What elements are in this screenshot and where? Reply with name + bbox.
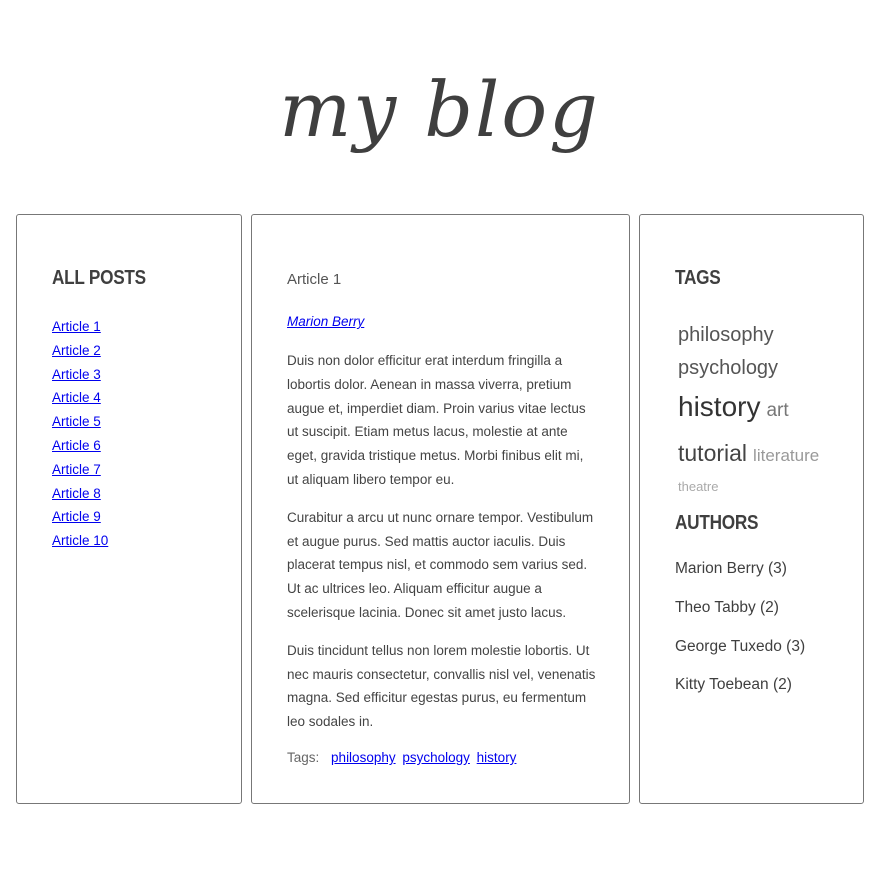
tag-cloud-item-art[interactable]: art (766, 389, 788, 433)
tag-cloud-item-philosophy[interactable]: philosophy (678, 319, 774, 352)
article-tag-link[interactable]: psychology (402, 750, 470, 765)
tag-cloud-item-theatre[interactable]: theatre (678, 476, 718, 498)
post-link[interactable]: Article 1 (52, 319, 101, 334)
article-paragraph: Curabitur a arcu ut nunc ornare tempor. … (287, 509, 594, 620)
tag-cloud-item-psychology[interactable]: psychology (678, 352, 778, 385)
tag-cloud: philosophy psychology history art tutoria… (678, 319, 848, 498)
post-link[interactable]: Article 10 (52, 533, 108, 548)
author-item[interactable]: George Tuxedo (3) (675, 637, 805, 676)
article-tag-link[interactable]: philosophy (331, 750, 396, 765)
author-item[interactable]: Kitty Toebean (2) (675, 675, 805, 714)
authors-heading: AUTHORS (675, 512, 759, 534)
tags-heading: TAGS (675, 267, 721, 289)
post-link[interactable]: Article 2 (52, 343, 101, 358)
post-link[interactable]: Article 5 (52, 414, 101, 429)
article-paragraph: Duis tincidunt tellus non lorem molestie… (287, 642, 596, 730)
tag-cloud-item-tutorial[interactable]: tutorial (678, 433, 747, 474)
post-link[interactable]: Article 6 (52, 438, 101, 453)
tag-cloud-item-history[interactable]: history (678, 385, 760, 429)
article-body: Duis non dolor efficitur erat interdum f… (287, 349, 597, 748)
post-list: Article 1 Article 2 Article 3 Article 4 … (52, 317, 108, 555)
article-paragraph: Duis non dolor efficitur erat interdum f… (287, 353, 586, 487)
post-link[interactable]: Article 7 (52, 462, 101, 477)
tags-label: Tags: (287, 750, 320, 765)
article-panel: Article 1 Marion Berry Duis non dolor ef… (251, 214, 630, 804)
article-tags: Tags: philosophy psychology history (287, 750, 519, 765)
author-list: Marion Berry (3) Theo Tabby (2) George T… (675, 559, 805, 714)
tag-cloud-item-literature[interactable]: literature (753, 435, 819, 476)
post-link[interactable]: Article 4 (52, 390, 101, 405)
article-tag-link[interactable]: history (477, 750, 517, 765)
author-item[interactable]: Theo Tabby (2) (675, 598, 805, 637)
author-item[interactable]: Marion Berry (3) (675, 559, 805, 598)
post-link[interactable]: Article 8 (52, 486, 101, 501)
all-posts-panel: ALL POSTS Article 1 Article 2 Article 3 … (16, 214, 242, 804)
sidebar-panel: TAGS philosophy psychology history art tu… (639, 214, 864, 804)
post-link[interactable]: Article 9 (52, 509, 101, 524)
post-link[interactable]: Article 3 (52, 367, 101, 382)
article-author-link[interactable]: Marion Berry (287, 314, 364, 329)
site-title: my blog (279, 65, 600, 154)
all-posts-heading: ALL POSTS (52, 267, 146, 289)
article-title: Article 1 (287, 271, 342, 288)
